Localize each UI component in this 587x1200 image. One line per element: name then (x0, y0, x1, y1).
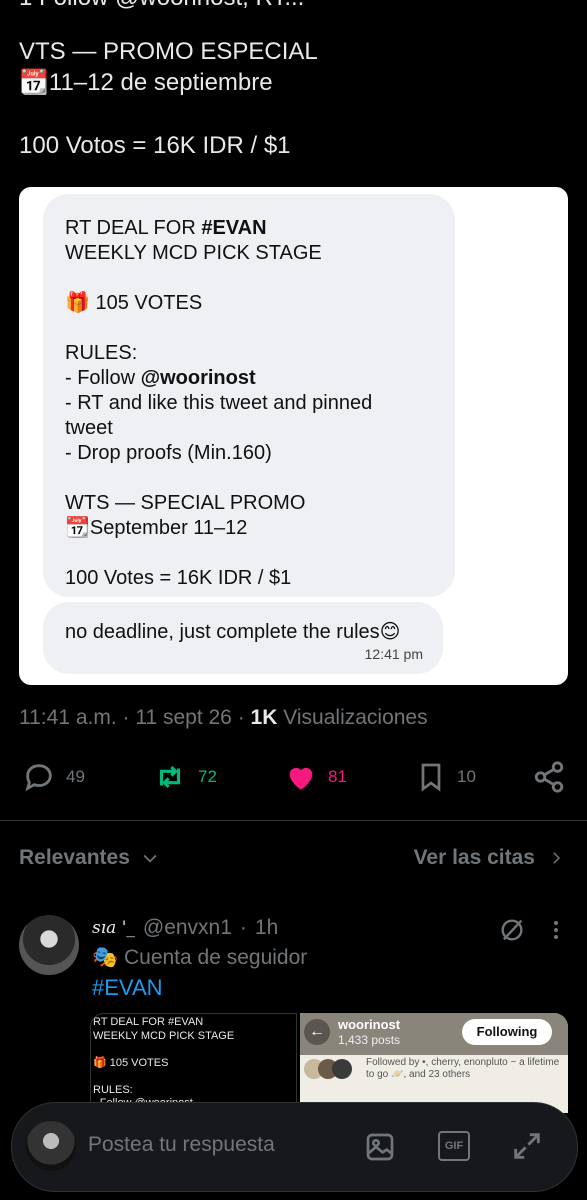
action-repost[interactable]: 72 (152, 760, 217, 794)
chat-bubble-second: no deadline, just complete the rules😊 12… (43, 602, 443, 674)
action-like[interactable]: 81 (284, 760, 347, 794)
image-icon[interactable] (364, 1131, 396, 1163)
back-icon: ← (304, 1019, 330, 1045)
chevron-right-icon (553, 852, 561, 864)
heart-icon (289, 767, 313, 790)
chat-bubble-main: RT DEAL FOR #EVAN WEEKLY MCD PICK STAGE … (43, 194, 455, 597)
chevron-down-icon (143, 854, 157, 863)
reply-age: 1h (254, 916, 279, 939)
repost-icon (159, 765, 181, 789)
expand-icon[interactable] (510, 1129, 544, 1163)
reply-icon (25, 764, 52, 792)
reply-image-1[interactable]: RT DEAL FOR #EVAN WEEKLY MCD PICK STAGE … (90, 1013, 297, 1115)
sort-dropdown[interactable]: Relevantes (19, 846, 160, 870)
reply-composer[interactable]: Postea tu respuesta GIF (11, 1102, 578, 1192)
reply-handle[interactable]: @envxn1 (143, 916, 232, 940)
gif-icon[interactable]: GIF (438, 1131, 470, 1161)
more-icon[interactable] (546, 918, 566, 942)
reply-input[interactable]: Postea tu respuesta (88, 1133, 275, 1157)
tweet-meta: 11:41 a.m. · 11 sept 26 · 1K Visualizaci… (19, 706, 428, 729)
action-share[interactable] (532, 760, 566, 794)
reply-display-name[interactable]: sıa '_ (92, 918, 135, 938)
truncated-line: 1 Follow @woorinost, RT... (19, 0, 304, 12)
composer-avatar (26, 1121, 76, 1171)
grok-icon[interactable] (498, 916, 526, 944)
action-bookmark[interactable]: 10 (415, 760, 476, 794)
tweet-price-line: 100 Votos = 16K IDR / $1 (19, 132, 291, 159)
reply-subtitle: 🎭 Cuenta de seguidor (92, 946, 308, 969)
message-time: 12:41 pm (364, 646, 423, 662)
reply-header: sıa '_ @envxn1 · 1h (92, 916, 279, 940)
action-reply[interactable]: 49 (22, 760, 85, 794)
reply-hashtag[interactable]: #EVAN (92, 975, 163, 1001)
divider (0, 820, 587, 821)
view-quotes-link[interactable]: Ver las citas (414, 846, 565, 870)
bookmark-icon (421, 763, 441, 792)
tweet-wts-heading: VTS — PROMO ESPECIAL (19, 38, 318, 65)
reply-image-2[interactable]: ← woorinost 1,433 posts Following Follow… (300, 1013, 568, 1113)
attached-image-card[interactable]: RT DEAL FOR #EVAN WEEKLY MCD PICK STAGE … (19, 187, 568, 685)
share-icon (534, 761, 564, 793)
avatar[interactable] (19, 915, 79, 975)
tweet-date-line: 📆11–12 de septiembre (19, 69, 273, 96)
